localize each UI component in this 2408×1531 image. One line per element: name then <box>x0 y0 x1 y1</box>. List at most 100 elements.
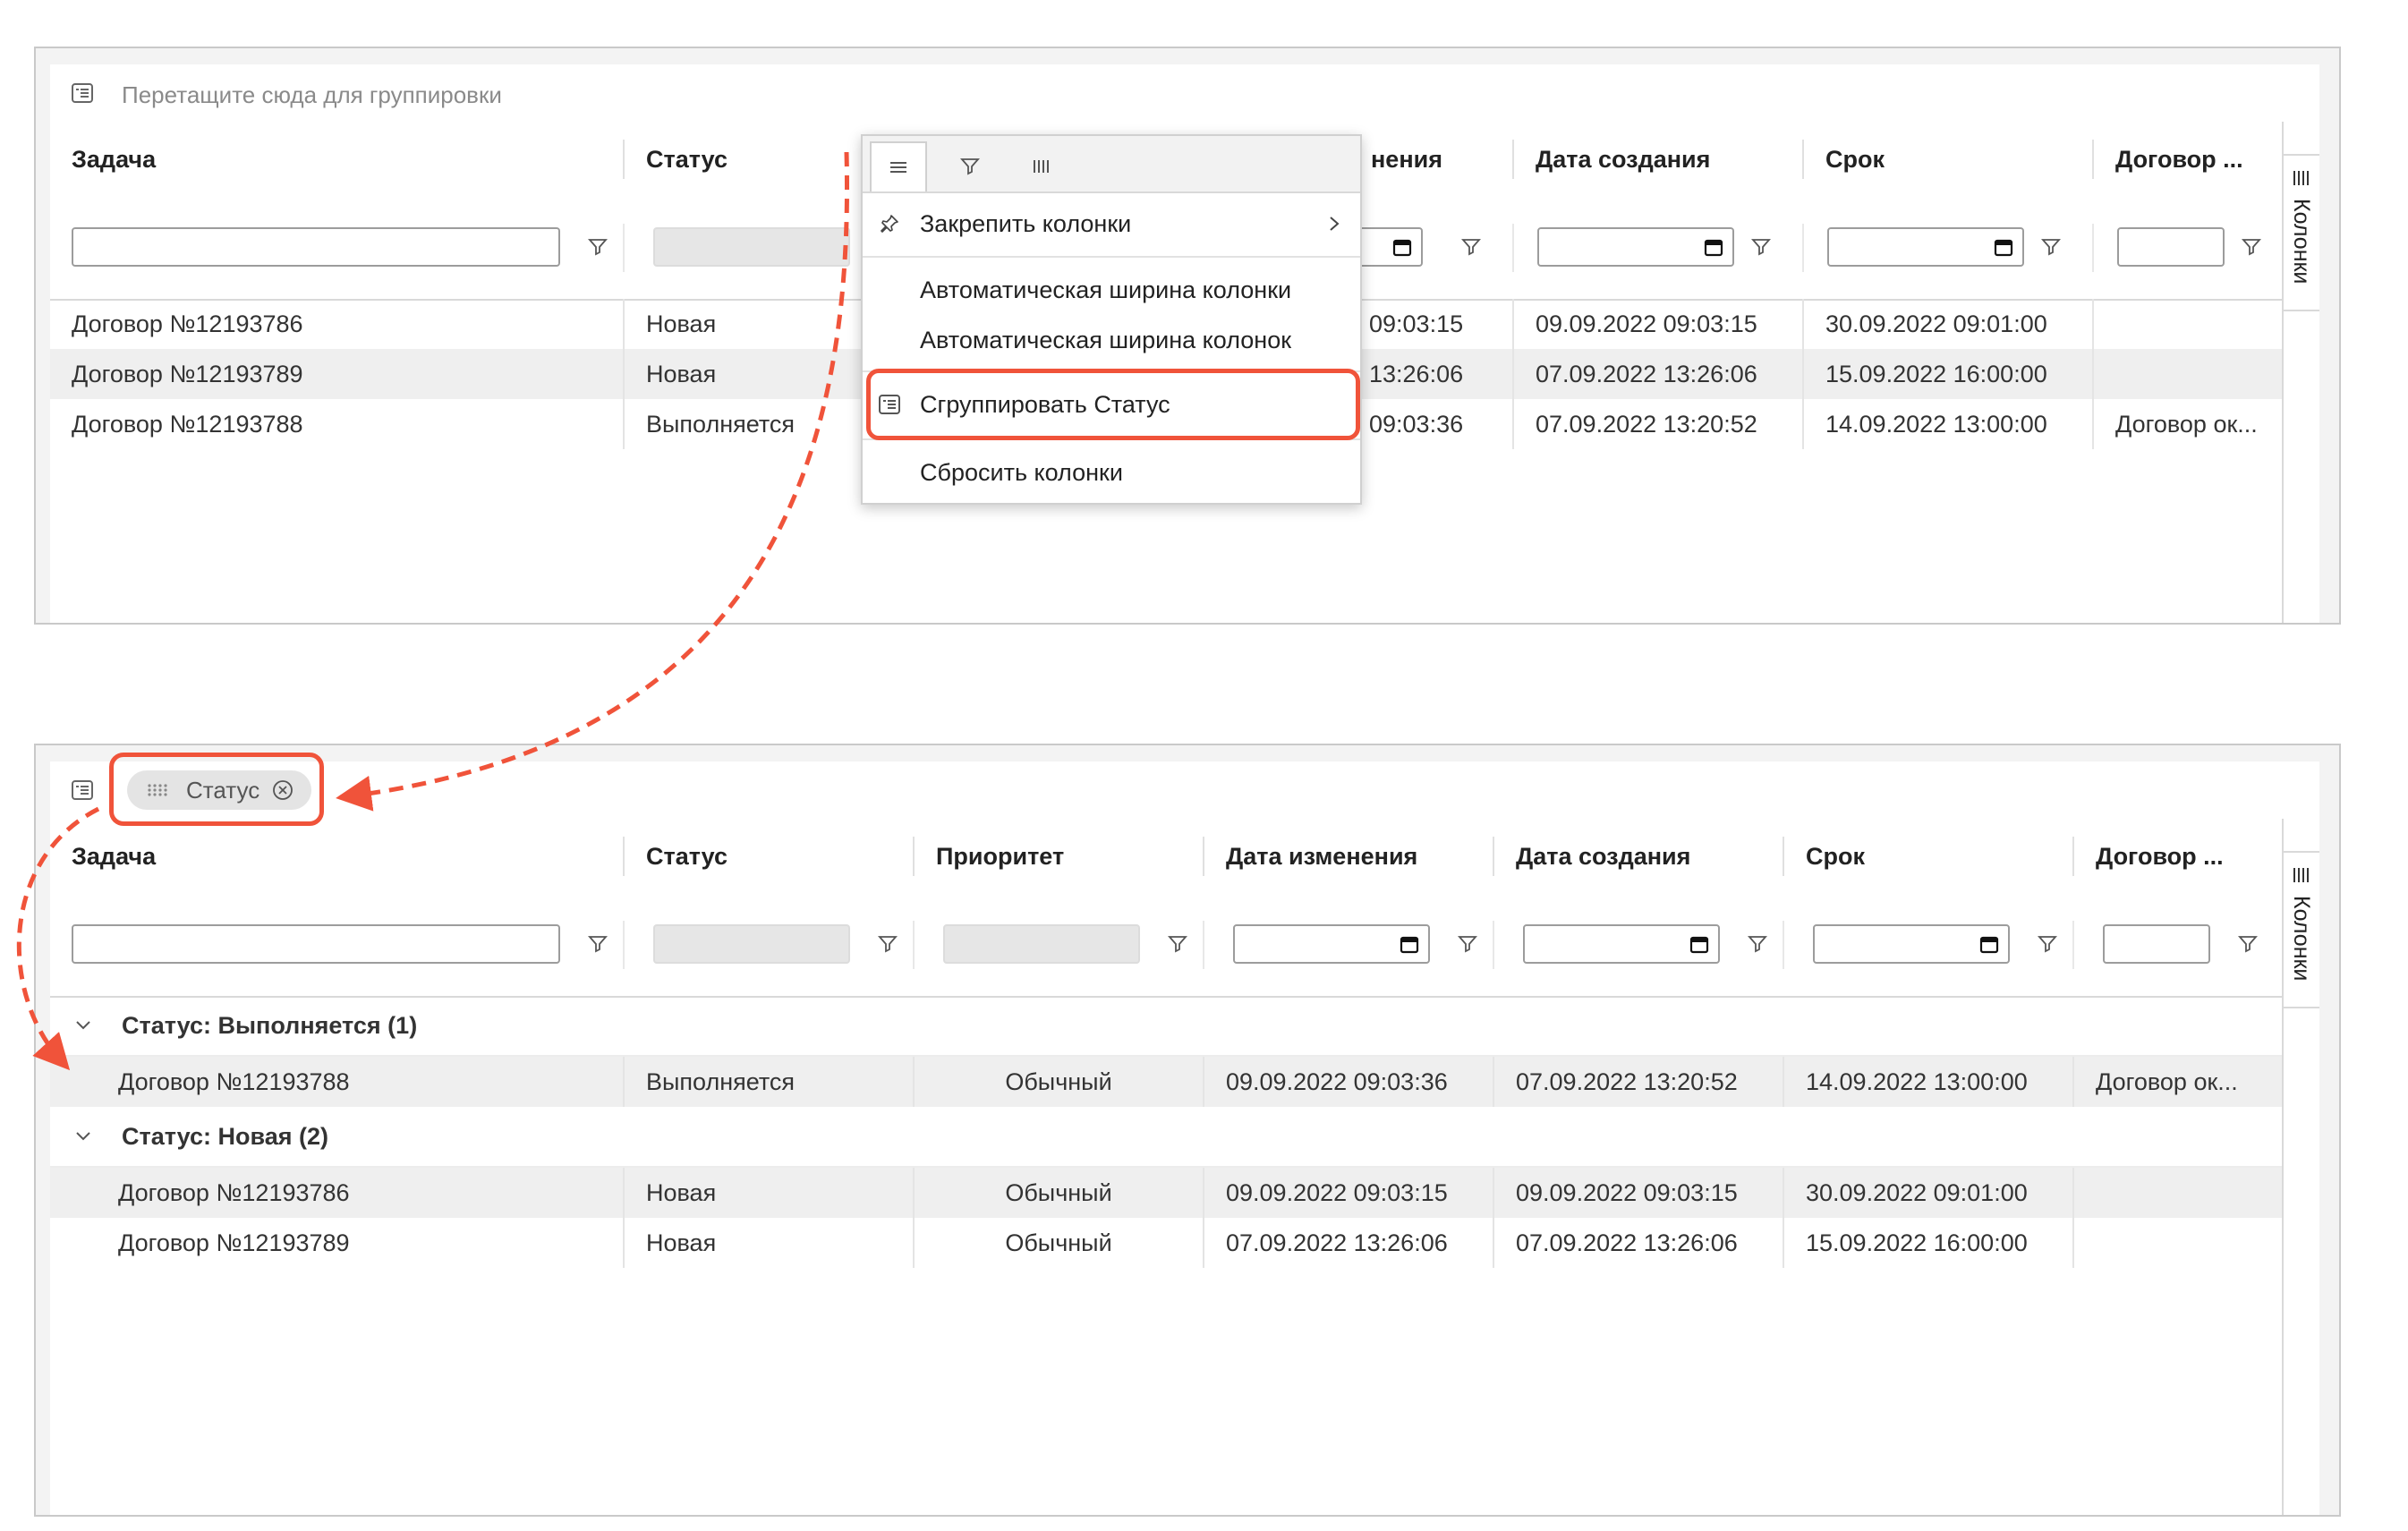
menu-item-autosize-all[interactable]: Автоматическая ширина колонок <box>863 315 1360 365</box>
status-filter-select[interactable] <box>653 227 850 267</box>
menu-divider <box>863 370 1360 372</box>
cell-created: 09.09.2022 09:03:15 <box>1516 1179 1738 1206</box>
column-header-contract[interactable]: Договор ... <box>2074 819 2289 894</box>
menu-tab-general[interactable] <box>870 141 927 191</box>
calendar-icon[interactable] <box>1392 237 1412 257</box>
priority-filter-select[interactable] <box>943 924 1140 964</box>
contract-filter-input[interactable] <box>2103 924 2210 964</box>
menu-item-reset-columns[interactable]: Сбросить колонки <box>863 447 1360 498</box>
calendar-icon[interactable] <box>1979 934 1999 954</box>
filter-icon[interactable] <box>2040 236 2062 258</box>
due-date-filter[interactable] <box>1813 924 2010 964</box>
column-header-contract[interactable]: Договор ... <box>2094 122 2291 197</box>
filter-separator <box>913 921 915 969</box>
cell-created: 09.09.2022 09:03:15 <box>1536 310 1757 337</box>
calendar-icon[interactable] <box>1994 237 2013 257</box>
column-header-created[interactable]: Дата создания <box>1494 819 1783 894</box>
columns-side-panel: Колонки <box>2282 819 2319 1515</box>
cell-status: Новая <box>646 361 717 387</box>
group-chip-status[interactable]: Статус <box>127 770 311 810</box>
group-chip-label: Статус <box>186 776 260 804</box>
cell-task: Договор №12193788 <box>72 411 303 438</box>
remove-circle-icon[interactable] <box>272 779 294 801</box>
column-header-due[interactable]: Срок <box>1784 819 2072 894</box>
filter-icon[interactable] <box>877 933 898 955</box>
filter-separator <box>623 921 625 969</box>
group-drop-zone[interactable]: Статус <box>50 761 2319 821</box>
group-by-icon <box>72 780 93 800</box>
filter-icon[interactable] <box>2237 933 2259 955</box>
cell-due: 15.09.2022 16:00:00 <box>1825 361 2047 387</box>
cell-task: Договор №12193788 <box>118 1068 350 1095</box>
group-row-in-progress[interactable]: Статус: Выполняется (1) <box>50 996 2284 1057</box>
menu-item-autosize-column[interactable]: Автоматическая ширина колонки <box>863 265 1360 315</box>
column-header-changed[interactable]: Дата изменения <box>1204 819 1493 894</box>
column-header-due[interactable]: Срок <box>1804 122 2090 197</box>
cell-priority: Обычный <box>1005 1229 1112 1256</box>
table-row[interactable]: Договор №12193786 Новая Обычный 09.09.20… <box>50 1168 2284 1218</box>
task-filter-input[interactable] <box>72 227 560 267</box>
cell-status: Новая <box>646 1179 717 1206</box>
status-filter-select[interactable] <box>653 924 850 964</box>
group-row-label: Статус: Новая (2) <box>122 1123 328 1150</box>
cell-status: Новая <box>646 1229 717 1256</box>
filter-icon[interactable] <box>2037 933 2058 955</box>
cell-created: 07.09.2022 13:20:52 <box>1516 1068 1738 1095</box>
filter-row <box>50 894 2284 998</box>
column-header-created[interactable]: Дата создания <box>1514 122 1800 197</box>
created-date-filter[interactable] <box>1523 924 1720 964</box>
chevron-right-icon <box>1330 217 1340 231</box>
column-header-task[interactable]: Задача <box>50 819 623 894</box>
contract-filter-input[interactable] <box>2117 227 2225 267</box>
cell-changed: 09.09.2022 09:03:15 <box>1226 1179 1448 1206</box>
columns-tool-tab[interactable]: Колонки <box>2282 851 2319 1008</box>
filter-separator <box>1203 921 1204 969</box>
menu-tab-columns[interactable] <box>1013 141 1070 191</box>
filter-icon[interactable] <box>1457 933 1478 955</box>
filter-icon <box>960 158 980 175</box>
calendar-icon[interactable] <box>1689 934 1709 954</box>
column-header-priority[interactable]: Приоритет <box>915 819 1203 894</box>
table-row[interactable]: Договор №12193789 Новая Обычный 07.09.20… <box>50 1218 2284 1268</box>
changed-date-filter[interactable] <box>1233 924 1430 964</box>
chevron-down-icon[interactable] <box>73 1016 93 1035</box>
cell-status: Выполняется <box>646 411 796 438</box>
cell-created: 07.09.2022 13:20:52 <box>1536 411 1757 438</box>
filter-icon[interactable] <box>587 236 608 258</box>
created-date-filter[interactable] <box>1537 227 1734 267</box>
filter-icon[interactable] <box>1747 933 1768 955</box>
group-row-new[interactable]: Статус: Новая (2) <box>50 1107 2284 1168</box>
filter-icon[interactable] <box>1750 236 1772 258</box>
group-placeholder: Перетащите сюда для группировки <box>122 81 502 108</box>
filter-icon[interactable] <box>1167 933 1188 955</box>
cell-created: 07.09.2022 13:26:06 <box>1516 1229 1738 1256</box>
task-filter-input[interactable] <box>72 924 560 964</box>
column-header-task[interactable]: Задача <box>50 122 623 197</box>
drag-handle-icon[interactable] <box>147 783 168 797</box>
calendar-icon[interactable] <box>1400 934 1419 954</box>
grid-panel-after: Статус Задача Статус Приоритет Дата изме… <box>34 744 2341 1517</box>
columns-tab-label: Колонки <box>2289 896 2314 982</box>
column-header-changed[interactable]: нения <box>1349 122 1528 197</box>
table-row[interactable]: Договор №12193788 Выполняется Обычный 09… <box>50 1057 2284 1107</box>
filter-separator <box>2092 224 2094 272</box>
filter-icon[interactable] <box>1460 236 1482 258</box>
menu-tab-strip <box>863 136 1360 193</box>
cell-task: Договор №12193789 <box>118 1229 350 1256</box>
menu-item-label: Сбросить колонки <box>920 459 1123 486</box>
menu-item-pin-columns[interactable]: Закрепить колонки <box>863 199 1360 249</box>
columns-icon <box>2293 868 2309 882</box>
chevron-down-icon[interactable] <box>73 1127 93 1146</box>
menu-tab-filter[interactable] <box>941 141 999 191</box>
menu-item-group-by-status[interactable]: Сгруппировать Статус <box>863 379 1360 430</box>
due-date-filter[interactable] <box>1827 227 2024 267</box>
column-header-status[interactable]: Статус <box>625 819 913 894</box>
columns-tool-tab[interactable]: Колонки <box>2282 154 2319 311</box>
group-drop-zone[interactable]: Перетащите сюда для группировки <box>50 64 2319 123</box>
cell-changed: 09:03:36 <box>1369 411 1464 438</box>
filter-icon[interactable] <box>587 933 608 955</box>
calendar-icon[interactable] <box>1704 237 1723 257</box>
cell-status: Выполняется <box>646 1068 796 1095</box>
filter-icon[interactable] <box>2241 236 2262 258</box>
filter-separator <box>1802 224 1804 272</box>
